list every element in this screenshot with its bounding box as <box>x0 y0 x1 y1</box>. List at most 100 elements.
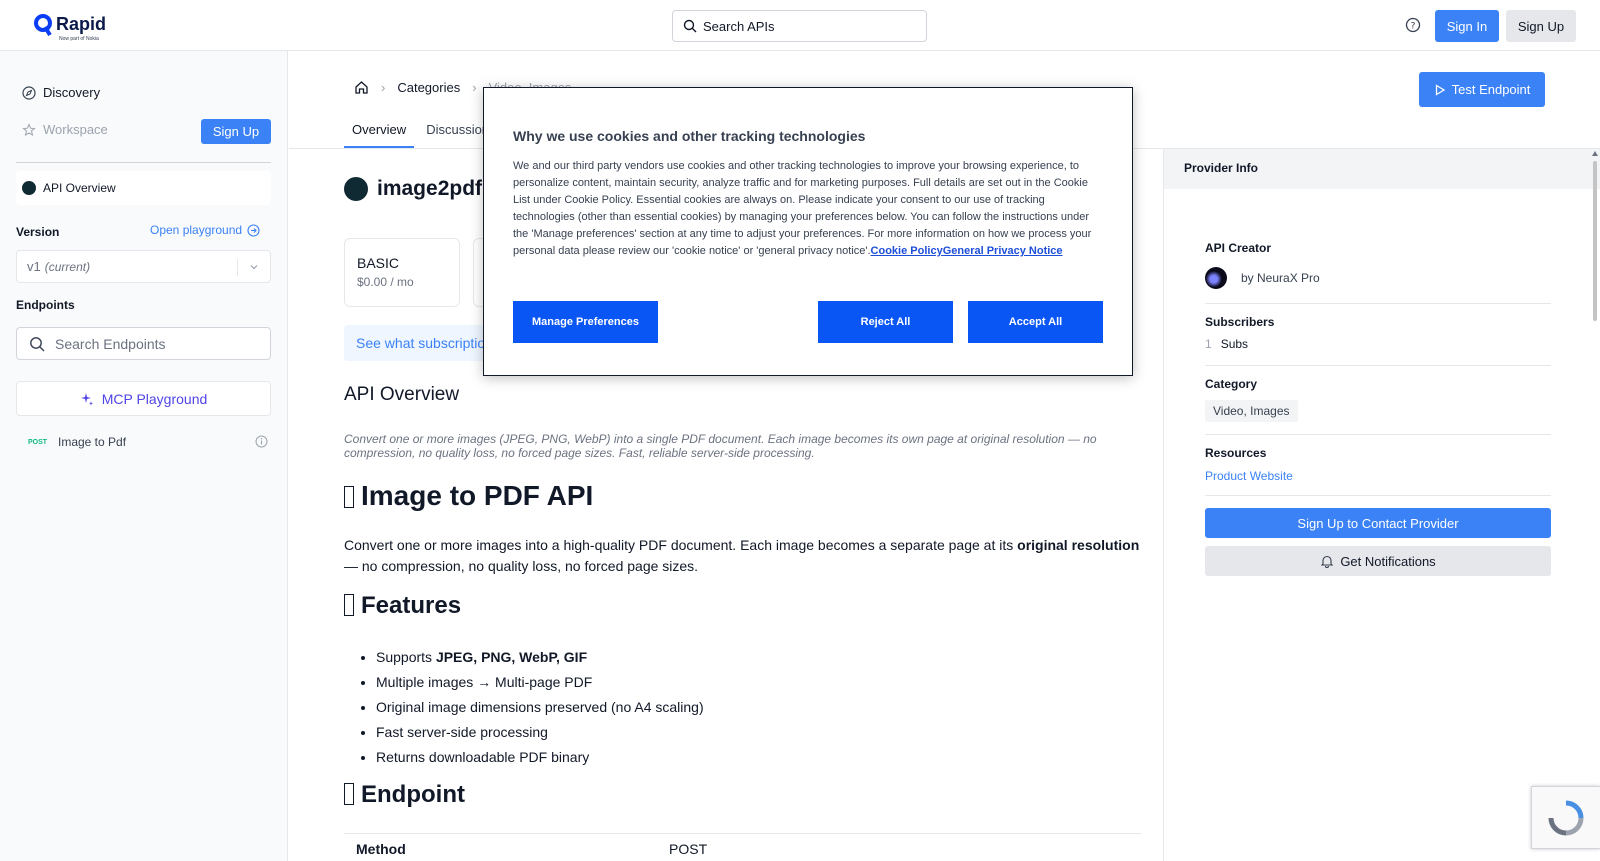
provider-info-panel: Provider Info API Creator by NeuraX Pro … <box>1163 149 1600 861</box>
divider <box>1205 495 1551 496</box>
chevron-right-icon: › <box>381 80 386 95</box>
cookie-consent-dialog: Why we use cookies and other tracking te… <box>483 87 1133 376</box>
chevron-down-icon <box>250 265 258 270</box>
sign-in-button[interactable]: Sign In <box>1435 10 1499 42</box>
table-border <box>344 833 1141 834</box>
features-list: Supports JPEG, PNG, WebP, GIF Multiple i… <box>376 645 704 770</box>
avatar <box>1205 267 1227 289</box>
features-heading: Features <box>344 592 461 620</box>
chevron-right-icon: › <box>472 80 477 95</box>
rapid-logo[interactable]: Rapid Now part of Nokia <box>34 14 107 42</box>
arrow-circle-right-icon <box>247 223 260 237</box>
endpoint-heading: Endpoint <box>344 781 465 809</box>
info-icon[interactable] <box>255 435 268 448</box>
mcp-playground-button[interactable]: MCP Playground <box>16 381 271 416</box>
divider <box>1205 365 1551 366</box>
plan-price: $0.00 / mo <box>357 275 414 289</box>
get-notifications-label: Get Notifications <box>1340 553 1436 569</box>
subscribers-label: Subscribers <box>1205 315 1275 329</box>
intro-paragraph: Convert one or more images into a high-q… <box>344 535 1144 577</box>
version-tag: (current) <box>44 259 91 274</box>
scrollbar[interactable] <box>1591 151 1599 861</box>
cookie-body-text: We and our third party vendors use cooki… <box>513 160 1092 257</box>
open-playground-link[interactable]: Open playground <box>150 223 260 237</box>
tab-overview[interactable]: Overview <box>344 110 415 148</box>
subscribers-count: 1 Subs <box>1205 337 1248 351</box>
subscribers-unit: Subs <box>1220 337 1249 351</box>
contact-provider-button[interactable]: Sign Up to Contact Provider <box>1205 508 1551 538</box>
api-creator[interactable]: by NeuraX Pro <box>1205 267 1320 289</box>
version-value: v1 <box>27 259 41 274</box>
table-cell-method-label: Method <box>356 841 406 857</box>
endpoint-item[interactable]: POST Image to Pdf <box>28 435 268 449</box>
brand-tagline: Now part of Nokia <box>59 36 99 42</box>
scrollbar-thumb[interactable] <box>1593 161 1597 321</box>
feature-formats: JPEG, PNG, WebP, GIF <box>435 649 588 665</box>
home-icon[interactable] <box>354 80 369 95</box>
list-item: Returns downloadable PDF binary <box>376 745 704 770</box>
cookie-dialog-title: Why we use cookies and other tracking te… <box>513 128 866 144</box>
accept-all-button[interactable]: Accept All <box>968 301 1103 343</box>
emoji-glyph <box>344 594 354 616</box>
sidebar-item-label: Discovery <box>43 85 101 100</box>
scroll-up-arrow[interactable] <box>1592 151 1598 156</box>
search-apis-input[interactable]: Search APIs <box>672 10 927 42</box>
mcp-playground-label: MCP Playground <box>101 390 208 407</box>
search-endpoints-input[interactable]: Search Endpoints <box>16 327 271 360</box>
svg-text:?: ? <box>1411 22 1416 32</box>
test-endpoint-label: Test Endpoint <box>1451 82 1531 97</box>
sidebar-item-label: API Overview <box>43 181 116 195</box>
resources-label: Resources <box>1205 446 1267 460</box>
api-title: image2pdf <box>344 177 482 201</box>
readme-title-text: Image to PDF API <box>361 480 594 511</box>
api-logo-icon <box>22 181 36 195</box>
recaptcha-icon <box>1548 800 1584 835</box>
test-endpoint-button[interactable]: Test Endpoint <box>1419 72 1545 107</box>
reject-all-button[interactable]: Reject All <box>818 301 953 343</box>
list-item: Multiple images → Multi-page PDF <box>376 670 704 695</box>
emoji-glyph <box>344 783 354 805</box>
compass-icon <box>22 85 36 100</box>
top-navbar: Rapid Now part of Nokia Search APIs ? Si… <box>0 0 1600 51</box>
search-icon <box>30 336 45 351</box>
play-icon <box>1435 83 1445 96</box>
sidebar-item-api-overview[interactable]: API Overview <box>16 171 271 205</box>
help-icon[interactable]: ? <box>1405 17 1421 33</box>
star-icon <box>22 122 36 136</box>
readme-title: Image to PDF API <box>344 480 593 512</box>
intro-text: Convert one or more images into a high-q… <box>344 537 1018 553</box>
sidebar-item-workspace[interactable]: Workspace <box>22 122 108 137</box>
bell-icon <box>1320 555 1334 568</box>
sidebar-sign-up-button[interactable]: Sign Up <box>201 119 271 144</box>
sidebar: Discovery Workspace Sign Up API Overview… <box>0 51 288 861</box>
provider-info-heading: Provider Info <box>1164 149 1600 189</box>
plan-name: BASIC <box>357 255 400 271</box>
search-icon <box>683 19 697 33</box>
privacy-notice-link[interactable]: General Privacy Notice <box>943 245 1063 257</box>
manage-preferences-button[interactable]: Manage Preferences <box>513 301 658 343</box>
endpoint-name: Image to Pdf <box>58 435 127 449</box>
sign-up-button[interactable]: Sign Up <box>1506 10 1576 42</box>
api-creator-label: API Creator <box>1205 241 1272 255</box>
creator-name: by NeuraX Pro <box>1241 271 1320 285</box>
product-website-link[interactable]: Product Website <box>1205 469 1293 483</box>
cookie-policy-link[interactable]: Cookie Policy <box>871 245 943 257</box>
endpoint-heading-text: Endpoint <box>361 781 465 808</box>
endpoints-label: Endpoints <box>16 298 75 312</box>
section-heading-overview: API Overview <box>344 384 460 405</box>
recaptcha-badge[interactable] <box>1531 786 1600 849</box>
features-heading-text: Features <box>361 592 462 619</box>
plan-card-basic[interactable]: BASIC $0.00 / mo <box>344 238 460 307</box>
search-apis-placeholder: Search APIs <box>703 18 775 34</box>
intro-bold: original resolution <box>1017 537 1140 553</box>
breadcrumb-categories[interactable]: Categories <box>397 80 460 95</box>
sidebar-item-label: Workspace <box>43 122 108 137</box>
divider <box>237 259 238 276</box>
version-select[interactable]: v1 (current) <box>16 250 271 283</box>
category-badge[interactable]: Video, Images <box>1205 400 1298 422</box>
intro-text-end: — no compression, no quality loss, no fo… <box>344 558 699 574</box>
category-label: Category <box>1205 377 1258 391</box>
sidebar-item-discovery[interactable]: Discovery <box>22 85 100 100</box>
get-notifications-button[interactable]: Get Notifications <box>1205 546 1551 576</box>
brand-name: Rapid <box>56 14 107 34</box>
